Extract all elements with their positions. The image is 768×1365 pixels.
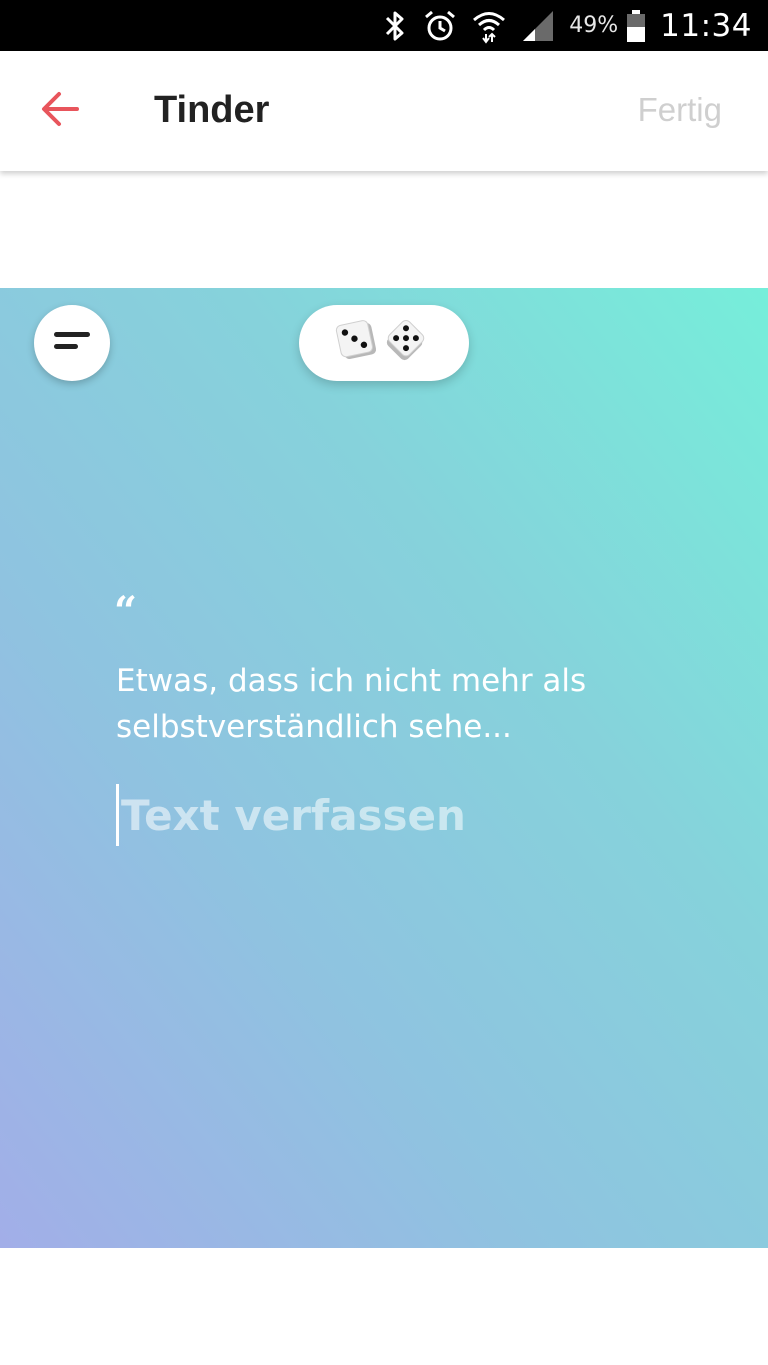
bluetooth-icon (381, 9, 409, 43)
menu-lines-icon (52, 329, 92, 358)
arrow-left-icon (40, 91, 80, 132)
prompt-card: “ Etwas, dass ich nicht mehr als selbstv… (0, 288, 768, 1248)
dice-icon (334, 316, 434, 371)
alarm-icon (423, 9, 457, 43)
quote-mark: “ (114, 588, 138, 635)
answer-input[interactable] (116, 784, 721, 846)
random-prompt-button[interactable] (299, 305, 469, 381)
prompt-text: Etwas, dass ich nicht mehr als selbstver… (116, 663, 587, 745)
wifi-icon (471, 8, 507, 44)
signal-icon (521, 9, 555, 43)
status-bar: 49% 11:34 (0, 0, 768, 51)
done-button[interactable]: Fertig (638, 91, 722, 129)
status-icons: 49% 11:34 (381, 0, 752, 51)
prompt-menu-button[interactable] (34, 305, 110, 381)
battery-percent: 49% (569, 13, 619, 38)
clock: 11:34 (660, 7, 752, 44)
battery-icon (626, 9, 646, 43)
back-button[interactable] (30, 81, 90, 141)
app-bar: Tinder Fertig (0, 51, 768, 171)
page-title: Tinder (154, 89, 270, 131)
